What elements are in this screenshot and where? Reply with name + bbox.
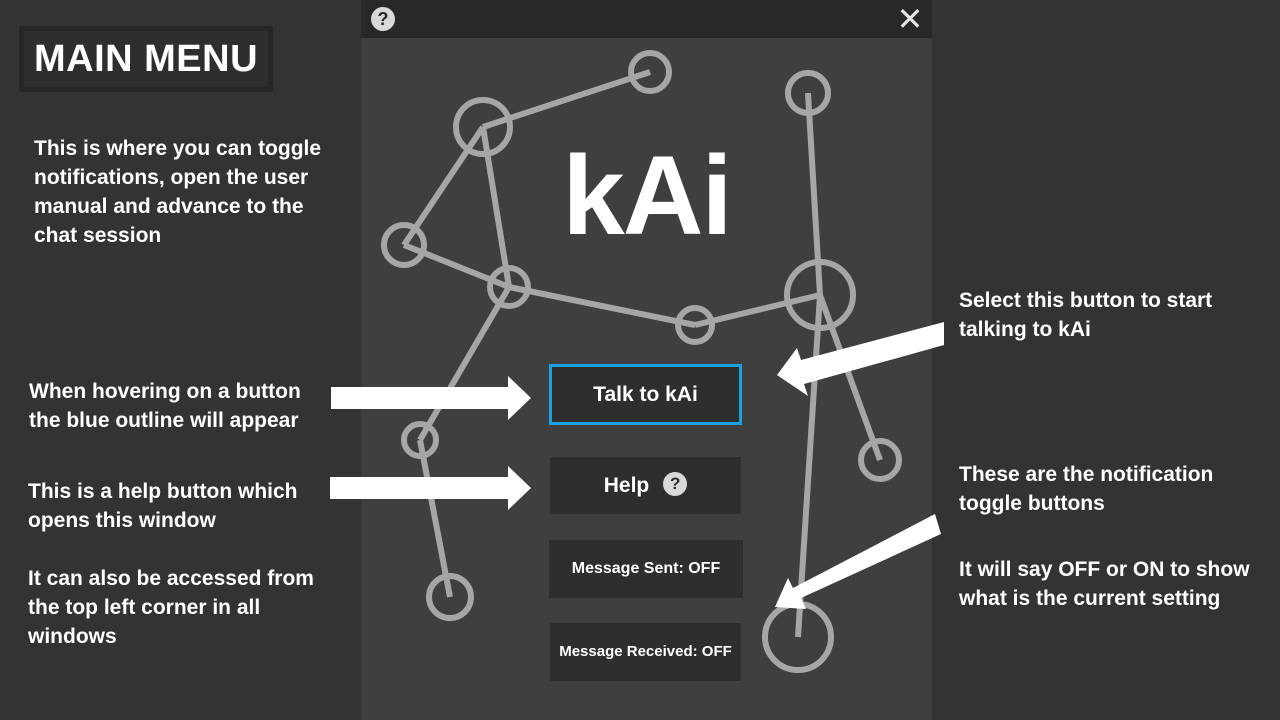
arrow-left-icon — [775, 514, 941, 609]
arrow-left-icon — [777, 322, 944, 396]
annotation-arrows — [330, 322, 944, 609]
arrow-right-icon — [330, 466, 531, 510]
arrow-right-icon — [331, 376, 531, 420]
